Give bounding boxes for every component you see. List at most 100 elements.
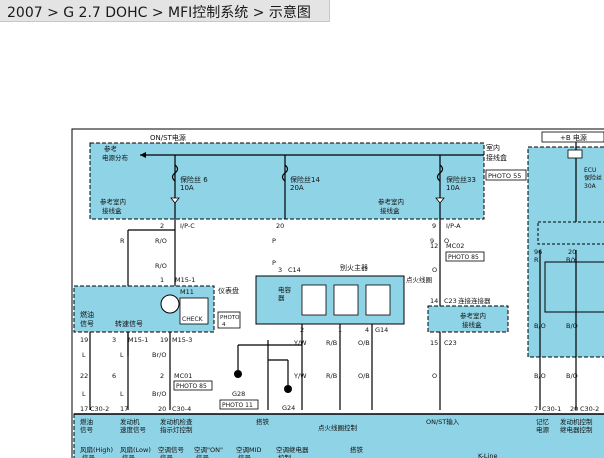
svg-text:17: 17 xyxy=(120,405,128,413)
svg-text:Y/W: Y/W xyxy=(293,372,307,380)
svg-text:G24: G24 xyxy=(282,404,295,412)
svg-text:Br/O: Br/O xyxy=(152,351,166,359)
svg-text:M15-1: M15-1 xyxy=(128,336,148,344)
svg-text:点火线圈: 点火线圈 xyxy=(406,275,432,284)
svg-text:Y/W: Y/W xyxy=(293,339,307,347)
svg-text:4: 4 xyxy=(365,326,369,334)
svg-text:1: 1 xyxy=(338,326,342,334)
svg-text:L: L xyxy=(120,351,124,359)
svg-text:保险丝33: 保险丝33 xyxy=(446,175,476,184)
svg-text:O: O xyxy=(432,372,437,380)
svg-text:B/Y: B/Y xyxy=(566,256,577,264)
svg-text:燃油: 燃油 xyxy=(80,417,93,426)
svg-text:发动机检查: 发动机检查 xyxy=(160,417,193,426)
svg-text:C23: C23 xyxy=(444,297,457,305)
svg-text:参考: 参考 xyxy=(104,144,118,153)
svg-text:保险丝 6: 保险丝 6 xyxy=(180,175,208,184)
svg-text:+B 电源: +B 电源 xyxy=(560,133,587,142)
svg-text:P: P xyxy=(272,259,276,267)
svg-text:3: 3 xyxy=(112,336,116,344)
photo-55-label: PHOTO 55 xyxy=(488,172,521,180)
svg-text:搭铁: 搭铁 xyxy=(350,445,364,454)
svg-text:信号: 信号 xyxy=(196,453,210,458)
svg-text:B/O: B/O xyxy=(566,372,578,380)
svg-text:22: 22 xyxy=(80,372,88,380)
svg-text:G28: G28 xyxy=(232,390,245,398)
svg-text:转速信号: 转速信号 xyxy=(115,319,143,328)
svg-text:P: P xyxy=(272,237,276,245)
svg-text:PHOTO: PHOTO xyxy=(220,315,240,321)
svg-text:燃油: 燃油 xyxy=(80,310,94,319)
svg-text:信号: 信号 xyxy=(238,453,252,458)
svg-text:M11: M11 xyxy=(180,288,194,296)
indoor-junction-label-2: 接线盒 xyxy=(486,153,507,162)
svg-text:空调"ON": 空调"ON" xyxy=(194,445,223,454)
ecu-box xyxy=(73,413,604,458)
svg-text:O/B: O/B xyxy=(358,339,370,347)
svg-text:L: L xyxy=(120,390,124,398)
svg-text:发动机: 发动机 xyxy=(120,417,140,426)
svg-text:信号: 信号 xyxy=(160,453,174,458)
svg-text:2: 2 xyxy=(160,222,164,230)
svg-text:空调MID: 空调MID xyxy=(236,445,262,454)
svg-text:参考室内: 参考室内 xyxy=(460,311,486,320)
svg-text:搭铁: 搭铁 xyxy=(256,417,270,426)
svg-text:控制: 控制 xyxy=(278,453,292,458)
svg-text:20A: 20A xyxy=(290,184,304,192)
svg-text:20: 20 xyxy=(158,405,166,413)
svg-text:9: 9 xyxy=(432,222,436,230)
svg-text:96: 96 xyxy=(534,248,542,256)
svg-text:接线盒: 接线盒 xyxy=(380,206,400,215)
svg-text:信号: 信号 xyxy=(82,453,96,458)
svg-text:G14: G14 xyxy=(375,326,388,334)
svg-text:L: L xyxy=(82,351,86,359)
svg-text:K-Line: K-Line xyxy=(478,452,497,458)
svg-text:MC01: MC01 xyxy=(174,372,192,380)
svg-text:连接连接器: 连接连接器 xyxy=(458,296,491,305)
svg-text:2: 2 xyxy=(300,326,304,334)
svg-text:R/B: R/B xyxy=(326,372,337,380)
svg-text:M15-3: M15-3 xyxy=(172,336,192,344)
svg-text:发动机控制: 发动机控制 xyxy=(560,417,593,426)
svg-text:10A: 10A xyxy=(180,184,194,192)
svg-text:R/O: R/O xyxy=(155,262,167,270)
svg-text:20: 20 xyxy=(568,248,576,256)
svg-text:信号: 信号 xyxy=(80,425,94,434)
svg-text:C14: C14 xyxy=(288,266,301,274)
svg-text:电源分布: 电源分布 xyxy=(102,153,129,162)
svg-text:2: 2 xyxy=(160,372,164,380)
svg-text:4: 4 xyxy=(222,322,226,328)
svg-text:1: 1 xyxy=(160,276,164,284)
svg-text:继电器控制: 继电器控制 xyxy=(560,425,593,434)
svg-text:信号: 信号 xyxy=(80,319,94,328)
svg-text:参考室内: 参考室内 xyxy=(100,197,126,206)
svg-text:空调继电器: 空调继电器 xyxy=(276,445,309,454)
svg-text:保险丝14: 保险丝14 xyxy=(290,175,320,184)
svg-text:7: 7 xyxy=(534,405,538,413)
svg-text:B/O: B/O xyxy=(566,322,578,330)
svg-text:接线盒: 接线盒 xyxy=(102,206,122,215)
svg-text:MC02: MC02 xyxy=(446,242,464,250)
svg-text:30A: 30A xyxy=(584,183,597,190)
svg-text:L: L xyxy=(82,390,86,398)
svg-text:空调信号: 空调信号 xyxy=(158,445,185,454)
svg-text:C30-4: C30-4 xyxy=(172,405,191,413)
svg-text:O: O xyxy=(432,266,437,274)
svg-text:信号: 信号 xyxy=(122,453,136,458)
circuit-diagram: ON/ST电源 室内 接线盒 PHOTO 55 参考 电源分布 保险丝 6 10… xyxy=(71,128,604,458)
svg-text:仪表盘: 仪表盘 xyxy=(218,286,239,295)
svg-text:17: 17 xyxy=(80,405,88,413)
relay-coil-box xyxy=(544,261,604,313)
indoor-junction-label: 室内 xyxy=(486,143,500,152)
svg-text:I/P-A: I/P-A xyxy=(446,222,461,230)
svg-text:PHOTO 85: PHOTO 85 xyxy=(176,383,207,390)
svg-text:CHECK: CHECK xyxy=(182,316,204,323)
svg-text:10A: 10A xyxy=(446,184,460,192)
svg-text:风扇(High): 风扇(High) xyxy=(80,445,113,454)
svg-text:6: 6 xyxy=(112,372,116,380)
svg-text:器: 器 xyxy=(278,294,285,302)
svg-text:电源: 电源 xyxy=(536,425,550,434)
svg-text:20: 20 xyxy=(570,405,578,413)
svg-text:保险丝: 保险丝 xyxy=(584,174,602,182)
svg-text:R/B: R/B xyxy=(326,339,337,347)
